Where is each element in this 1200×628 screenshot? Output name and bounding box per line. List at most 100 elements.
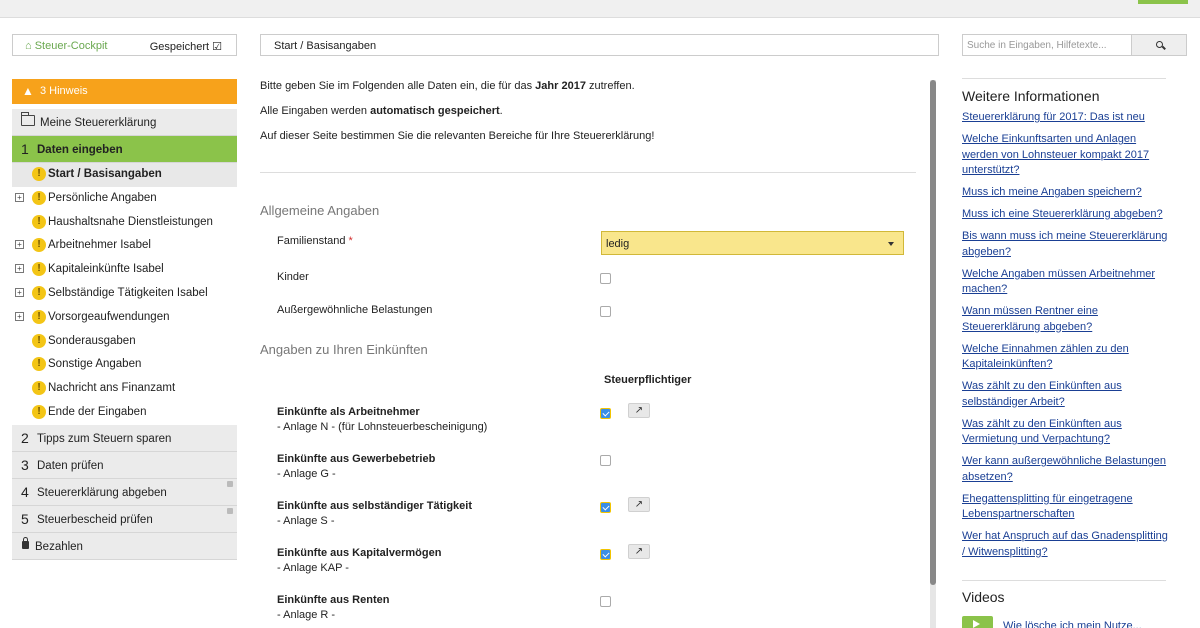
- info-link[interactable]: Muss ich eine Steuererklärung abgeben?: [962, 207, 1168, 223]
- info-link[interactable]: Welche Einkunftsarten und Anlagen werden…: [962, 132, 1168, 179]
- belastungen-label: Außergewöhnliche Belastungen: [277, 304, 433, 316]
- sidebar-subitem[interactable]: ! Ende der Eingaben: [12, 401, 237, 425]
- breadcrumb-text: Start / Basisangaben: [274, 40, 377, 52]
- warning-icon: !: [32, 190, 46, 205]
- kinder-checkbox[interactable]: [600, 273, 611, 284]
- familienstand-select[interactable]: ledig: [601, 231, 904, 255]
- sidebar-subitem-label: Haushaltsnahe Dienstleistungen: [48, 215, 213, 228]
- nav-header-label: Meine Steuererklärung: [40, 117, 157, 129]
- info-link[interactable]: Was zählt zu den Einkünften aus Vermietu…: [962, 417, 1168, 448]
- sidebar-subitem-label: Ende der Eingaben: [48, 405, 147, 418]
- expand-icon[interactable]: +: [15, 192, 24, 202]
- info-link[interactable]: Steuererklärung für 2017: Das ist neu: [962, 110, 1168, 126]
- sidebar-subitem[interactable]: ! Sonderausgaben: [12, 330, 237, 354]
- info-link[interactable]: Wer kann außergewöhnliche Belastungen ab…: [962, 454, 1168, 485]
- income-subtitle: - Anlage R -: [277, 609, 336, 621]
- video-link[interactable]: Wie lösche ich mein Nutze...: [1003, 620, 1142, 628]
- intro-2-pre: Alle Eingaben werden: [260, 105, 371, 117]
- search-button[interactable]: [1132, 34, 1187, 56]
- scrollbar-thumb[interactable]: [930, 80, 936, 585]
- income-checkbox[interactable]: [600, 455, 611, 466]
- step-tipps[interactable]: 2 Tipps zum Steuern sparen: [12, 424, 237, 452]
- divider: [962, 78, 1166, 79]
- sidebar-subitem[interactable]: ! Haushaltsnahe Dienstleistungen: [12, 211, 237, 235]
- expand-icon[interactable]: +: [15, 240, 24, 250]
- required-marker: *: [348, 235, 353, 247]
- expand-icon[interactable]: +: [15, 264, 24, 274]
- sidebar-subitem[interactable]: ! Nachricht ans Finanzamt: [12, 377, 237, 401]
- income-checkbox[interactable]: [600, 502, 611, 513]
- warning-icon: !: [32, 309, 46, 324]
- income-checkbox[interactable]: [600, 549, 611, 560]
- income-checkbox[interactable]: [600, 408, 611, 419]
- info-link[interactable]: Was zählt zu den Einkünften aus selbstän…: [962, 379, 1168, 410]
- cockpit-link[interactable]: ⌂ Steuer-Cockpit: [25, 40, 107, 52]
- income-checkbox[interactable]: [600, 596, 611, 607]
- videos-title: Videos: [962, 589, 1005, 605]
- intro-text-1: Bitte geben Sie im Folgenden alle Daten …: [260, 80, 635, 92]
- sidebar-nav: Meine Steuererklärung 1 Daten eingeben !…: [12, 109, 237, 560]
- step-bescheid[interactable]: 5 Steuerbescheid prüfen: [12, 505, 237, 533]
- nav-header[interactable]: Meine Steuererklärung: [12, 109, 237, 136]
- video-play-icon[interactable]: [962, 616, 993, 628]
- warning-icon: !: [32, 357, 46, 372]
- sidebar-subitem[interactable]: ! Start / Basisangaben: [12, 163, 237, 187]
- info-link[interactable]: Welche Angaben müssen Arbeitnehmer mache…: [962, 267, 1168, 298]
- info-link[interactable]: Welche Einnahmen zählen zu den Kapitalei…: [962, 342, 1168, 373]
- saved-check-icon: ☑: [212, 41, 222, 53]
- info-link[interactable]: Bis wann muss ich meine Steuererklärung …: [962, 229, 1168, 260]
- info-link[interactable]: Wer hat Anspruch auf das Gnadensplitting…: [962, 529, 1168, 560]
- search-icon: [1156, 41, 1163, 48]
- belastungen-checkbox[interactable]: [600, 306, 611, 317]
- sidebar-subitem[interactable]: +! Kapitaleinkünfte Isabel: [12, 258, 237, 282]
- intro-1-post: zutreffen.: [585, 80, 635, 92]
- step-label: Steuerbescheid prüfen: [37, 513, 153, 526]
- income-subtitle: - Anlage KAP -: [277, 562, 349, 574]
- income-title: Einkünfte aus Renten: [277, 594, 390, 606]
- sidebar-subitem-label: Kapitaleinkünfte Isabel: [48, 263, 164, 276]
- scrollbar[interactable]: [930, 80, 936, 628]
- top-action-button[interactable]: [1138, 0, 1188, 4]
- expand-icon[interactable]: +: [15, 311, 24, 321]
- lock-icon: [22, 536, 29, 549]
- sidebar-subitem[interactable]: +! Vorsorgeaufwendungen: [12, 306, 237, 330]
- section-title-income: Angaben zu Ihren Einkünften: [260, 342, 428, 357]
- warning-icon: !: [32, 262, 46, 277]
- hint-label: 3 Hinweis: [40, 85, 88, 97]
- info-link[interactable]: Ehegattensplitting für eingetragene Lebe…: [962, 492, 1168, 523]
- income-subtitle: - Anlage G -: [277, 468, 336, 480]
- info-link[interactable]: Wann müssen Rentner eine Steuererklärung…: [962, 304, 1168, 335]
- warning-icon: !: [32, 167, 46, 181]
- pay-item[interactable]: Bezahlen: [12, 532, 237, 560]
- expand-icon[interactable]: +: [15, 287, 24, 297]
- step-abgeben[interactable]: 4 Steuererklärung abgeben: [12, 478, 237, 506]
- intro-2-bold: automatisch gespeichert: [370, 105, 500, 117]
- lock-icon: [227, 507, 233, 514]
- breadcrumb: Start / Basisangaben: [260, 34, 939, 56]
- income-title: Einkünfte aus Gewerbebetrieb: [277, 453, 436, 465]
- sidebar-subitem[interactable]: +! Arbeitnehmer Isabel: [12, 234, 237, 258]
- intro-1-pre: Bitte geben Sie im Folgenden alle Daten …: [260, 80, 536, 92]
- step-daten-pruefen[interactable]: 3 Daten prüfen: [12, 451, 237, 479]
- sidebar-subitem[interactable]: +! Persönliche Angaben: [12, 187, 237, 211]
- income-subtitle: - Anlage S -: [277, 515, 335, 527]
- lock-icon: [227, 480, 233, 487]
- warning-icon: !: [32, 214, 46, 229]
- info-link[interactable]: Muss ich meine Angaben speichern?: [962, 185, 1168, 201]
- share-icon[interactable]: ↗: [628, 544, 650, 559]
- top-bar: [0, 0, 1200, 18]
- info-title: Weitere Informationen: [962, 88, 1100, 104]
- sidebar-subitem[interactable]: +! Selbständige Tätigkeiten Isabel: [12, 282, 237, 306]
- step-daten-eingeben[interactable]: 1 Daten eingeben: [12, 136, 237, 163]
- familienstand-text: Familienstand: [277, 235, 346, 247]
- search-input[interactable]: Suche in Eingaben, Hilfetexte...: [962, 34, 1132, 56]
- chevron-down-icon: [888, 242, 894, 246]
- share-icon[interactable]: ↗: [628, 403, 650, 418]
- step-label: Tipps zum Steuern sparen: [37, 432, 172, 445]
- sidebar-subitem[interactable]: ! Sonstige Angaben: [12, 353, 237, 377]
- cockpit-label: Steuer-Cockpit: [34, 40, 108, 52]
- sidebar-subitem-label: Nachricht ans Finanzamt: [48, 382, 176, 395]
- share-icon[interactable]: ↗: [628, 497, 650, 512]
- hint-banner[interactable]: ▲ 3 Hinweis: [12, 79, 237, 104]
- intro-text-3: Auf dieser Seite bestimmen Sie die relev…: [260, 130, 655, 142]
